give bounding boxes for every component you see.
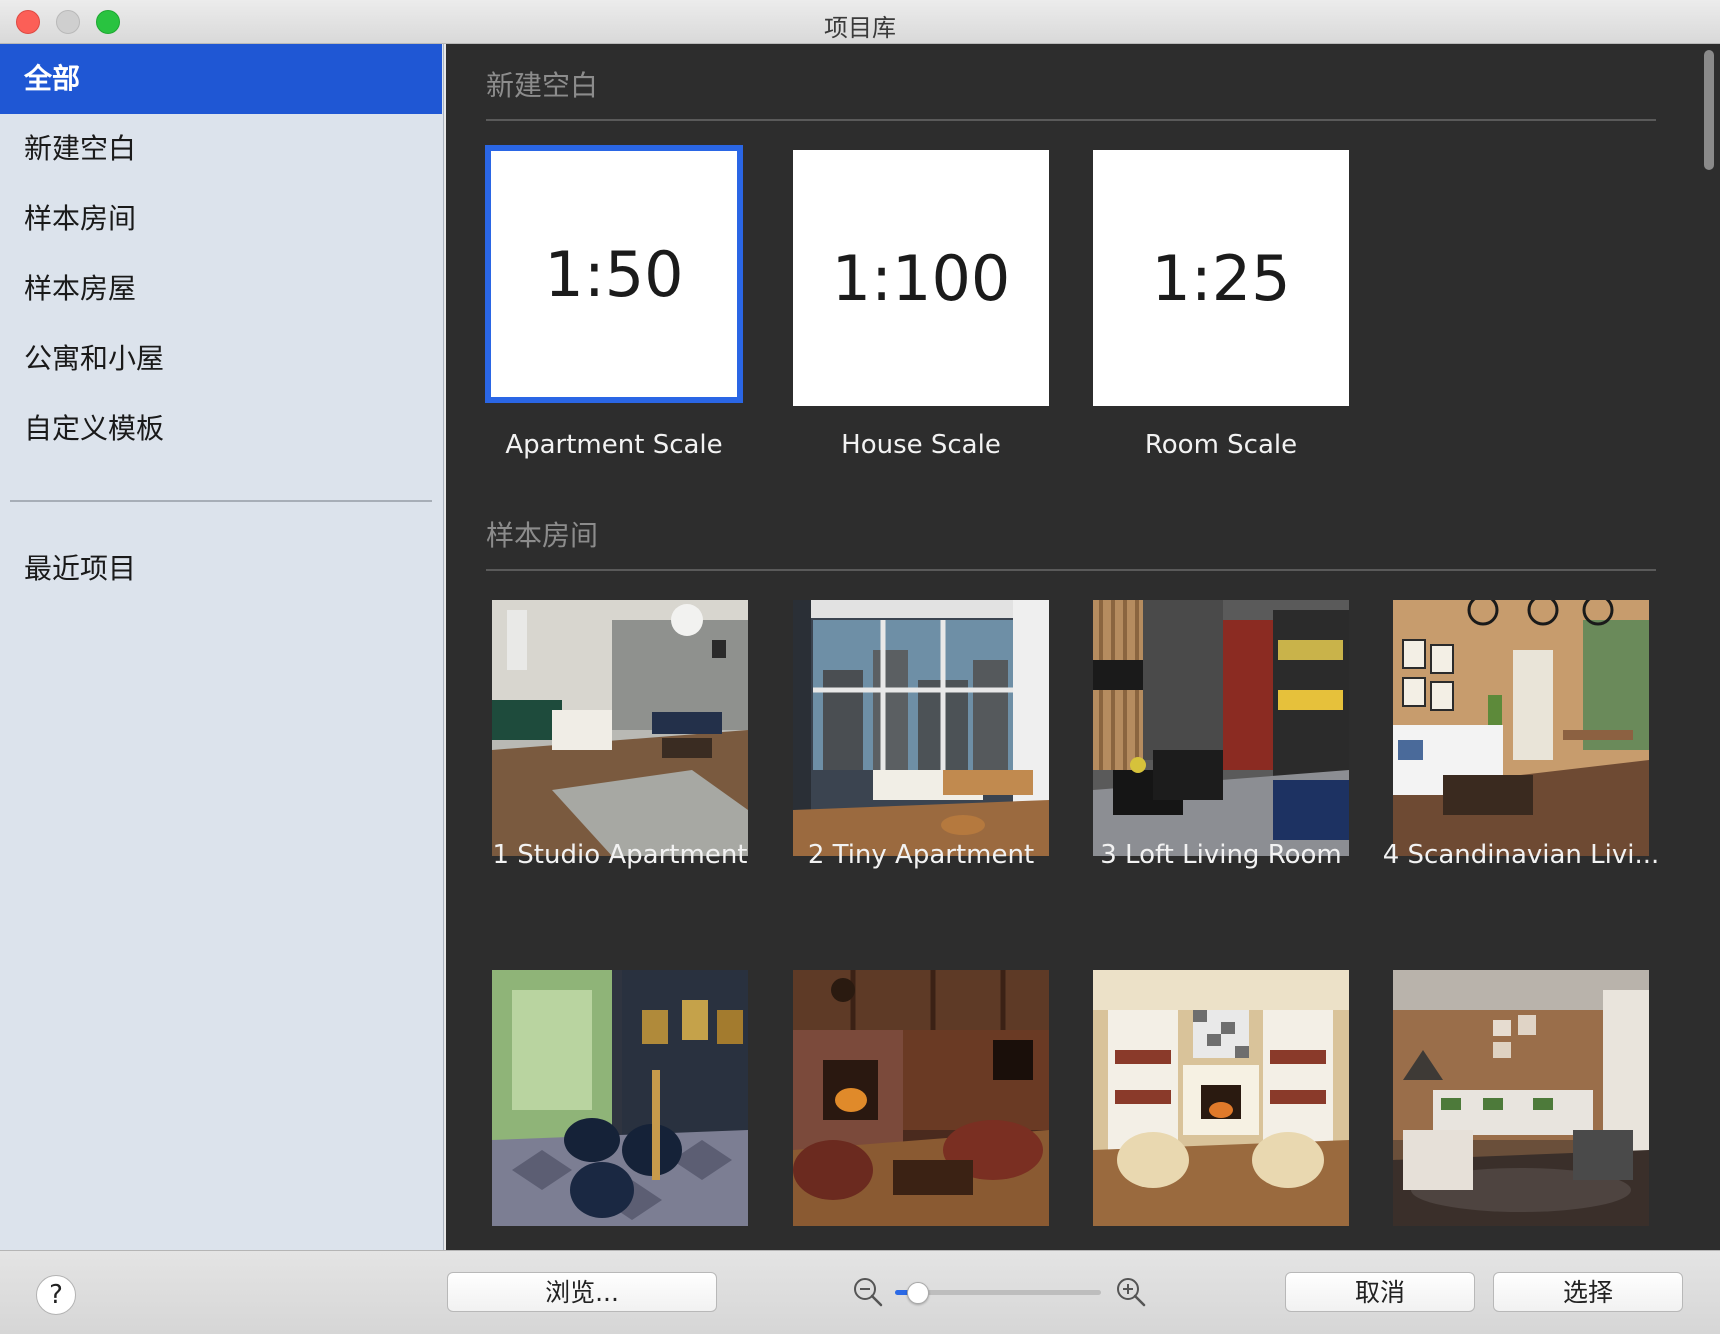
section-title-new-blank: 新建空白 [486,69,599,102]
scrollbar-thumb[interactable] [1704,50,1714,170]
card-label: 2 Tiny Apartment [807,840,1035,870]
browse-button[interactable]: 浏览... [447,1272,717,1312]
sample-room-thumbnail-7[interactable] [1093,970,1349,1226]
scale-ratio: 1:50 [544,237,684,311]
card-label: House Scale [841,430,1001,460]
sample-room-thumbnail-tiny-apartment[interactable] [793,600,1049,856]
sample-room-thumbnail-5[interactable] [492,970,748,1226]
sidebar: 全部 新建空白 样本房间 样本房屋 公寓和小屋 自定义模板 最近项目 [0,44,444,1250]
card-label: 4 Scandinavian Livi... [1382,840,1660,870]
select-button[interactable]: 选择 [1493,1272,1683,1312]
sidebar-item-all[interactable]: 全部 [0,44,442,114]
card-label: Room Scale [1144,430,1298,460]
zoom-out-icon[interactable] [851,1275,885,1309]
card-label: Apartment Scale [505,430,723,460]
project-gallery: 新建空白 1:50 Apartment Scale 1:100 House Sc… [446,44,1700,1250]
template-card-apartment-scale[interactable]: 1:50 [486,146,742,402]
title-bar: 项目库 [0,0,1720,44]
sidebar-item-apartments-cabins[interactable]: 公寓和小屋 [0,324,442,394]
section-title-sample-rooms: 样本房间 [486,519,599,552]
template-card-house-scale[interactable]: 1:100 [793,150,1049,406]
card-label: 3 Loft Living Room [1100,840,1342,870]
sidebar-item-new-blank[interactable]: 新建空白 [0,114,442,184]
section-divider [486,119,1656,121]
sample-room-thumbnail-studio-apartment[interactable] [492,600,748,856]
card-label: 1 Studio Apartment [492,840,748,870]
template-card-room-scale[interactable]: 1:25 [1093,150,1349,406]
bottom-toolbar: ? 浏览... 取消 选择 [0,1250,1720,1334]
zoom-in-icon[interactable] [1114,1275,1148,1309]
sidebar-divider [10,500,432,502]
sample-room-thumbnail-6[interactable] [793,970,1049,1226]
help-button[interactable]: ? [36,1275,76,1315]
vertical-scrollbar[interactable] [1700,44,1720,1250]
scale-ratio: 1:25 [1151,241,1291,315]
scale-ratio: 1:100 [831,241,1011,315]
sidebar-item-sample-houses[interactable]: 样本房屋 [0,254,442,324]
sidebar-item-recent-projects[interactable]: 最近项目 [0,534,442,604]
sidebar-item-sample-rooms[interactable]: 样本房间 [0,184,442,254]
sample-room-thumbnail-scandinavian-living[interactable] [1393,600,1649,856]
sample-room-thumbnail-8[interactable] [1393,970,1649,1226]
cancel-button[interactable]: 取消 [1285,1272,1475,1312]
sidebar-item-custom-templates[interactable]: 自定义模板 [0,394,442,464]
zoom-slider-knob[interactable] [906,1282,929,1304]
section-divider [486,569,1656,571]
sample-room-thumbnail-loft-living-room[interactable] [1093,600,1349,856]
window-title: 项目库 [824,14,896,42]
